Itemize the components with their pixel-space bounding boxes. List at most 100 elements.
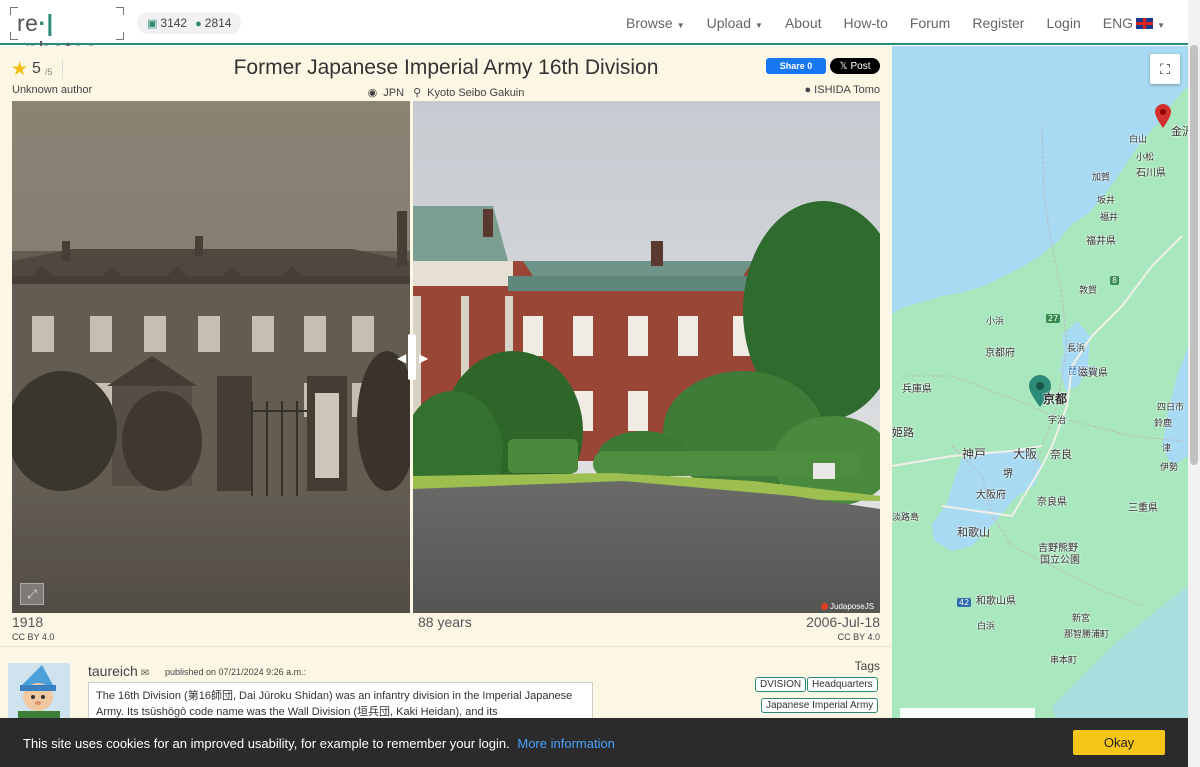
globe-icon: ◉ [367, 87, 378, 99]
caret-down-icon: ▼ [676, 20, 685, 30]
nav-forum[interactable]: Forum [899, 15, 961, 31]
comparison-slider-handle[interactable] [408, 334, 416, 380]
photo-owner[interactable]: ● ISHIDA Tomo [804, 84, 880, 96]
map-label-obama: 小浜 [986, 317, 1005, 327]
arrow-left-icon: ◀ [397, 351, 407, 365]
map-label-osaka-pref: 大阪府 [976, 490, 1006, 501]
route-27-badge: 27 [1046, 314, 1061, 323]
map-label-komatsu: 小松 [1136, 153, 1155, 163]
comment-author[interactable]: taureich ✉ [88, 663, 149, 679]
language-label: ENG [1102, 14, 1134, 31]
top-navbar: re·|·photos ▣3142 ●2814 Browse▼ Upload▼ … [0, 0, 1188, 63]
x-post-button[interactable]: 𝕏 Post [830, 58, 880, 74]
old-photo[interactable] [12, 101, 410, 613]
old-photo-license[interactable]: CC BY 4.0 [12, 632, 54, 642]
photo-watermark: JudaposeJS [821, 602, 874, 611]
photo-title: Former Japanese Imperial Army 16th Divis… [233, 56, 659, 79]
tag-japanese-imperial-army[interactable]: Japanese Imperial Army [761, 698, 879, 713]
nav-upload[interactable]: Upload ▼ [696, 15, 774, 31]
map-label-sakai-city: 堺 [1003, 469, 1013, 480]
map-label-tsuruga: 敦賀 [1079, 286, 1098, 296]
map-label-himeji: 姫路 [892, 426, 914, 439]
fullscreen-icon[interactable]: ⛶ [1150, 54, 1180, 84]
tag-headquarters[interactable]: Headquarters [807, 677, 878, 692]
comment-username: taureich [88, 663, 138, 679]
new-photo-license[interactable]: CC BY 4.0 [838, 632, 880, 642]
map-label-mie: 三重県 [1128, 503, 1158, 514]
image-icon: ▣ [147, 18, 158, 30]
post-label: Post [850, 60, 871, 72]
avatar[interactable] [8, 663, 70, 725]
photo-count-value: 3142 [160, 16, 188, 30]
new-photo-image [413, 101, 880, 613]
envelope-icon[interactable]: ✉ [141, 668, 149, 679]
logo-text-left: re [17, 10, 39, 36]
map-label-kyoto: 京都 [1043, 392, 1068, 406]
map-label-nagahama: 長浜 [1067, 344, 1086, 354]
map-label-sakai: 坂井 [1097, 196, 1116, 206]
red-map-marker-icon[interactable] [1155, 104, 1171, 128]
map-label-nachi: 那智勝浦町 [1064, 630, 1110, 640]
caret-down-icon: ▼ [755, 20, 763, 30]
map-label-hakusan: 白山 [1129, 135, 1148, 145]
map-label-fukui-city: 福井 [1100, 213, 1119, 223]
section-divider [0, 646, 892, 647]
new-photo[interactable] [413, 101, 880, 613]
map-label-awaji: 淡路島 [892, 513, 920, 523]
nav-register[interactable]: Register [961, 15, 1035, 31]
map-label-wakayama: 和歌山 [957, 526, 990, 539]
map-label-kokuritsu: 国立公園 [1040, 555, 1080, 566]
route-42-badge: 42 [957, 598, 972, 607]
map-label-kobe: 神戸 [962, 447, 987, 461]
nav-language[interactable]: ENG ▼ [1092, 15, 1176, 31]
map-label-hyogo: 兵庫県 [902, 384, 932, 395]
location-info: ◉ JPN ⚲ Kyoto Seibo Gakuin [0, 86, 892, 99]
uk-flag-icon [1136, 17, 1154, 29]
map-label-osaka: 大阪 [1013, 447, 1038, 461]
nav-login[interactable]: Login [1035, 15, 1091, 31]
old-photo-year: 1918 [12, 614, 44, 630]
expand-icon[interactable]: ⤢ [20, 583, 44, 605]
nav-upload-label: Upload [706, 14, 751, 31]
country-link[interactable]: JPN [383, 87, 404, 99]
avatar-image [8, 663, 70, 725]
map-label-yokkaichi: 四日市 [1157, 403, 1185, 413]
tags-heading: Tags [854, 659, 880, 673]
map-label-shiga: 滋賀県 [1078, 368, 1108, 379]
x-icon: 𝕏 [839, 60, 848, 72]
facebook-share-button[interactable]: Share 0 [766, 58, 826, 74]
cookie-message: This site uses cookies for an improved u… [23, 736, 615, 751]
location-link[interactable]: Kyoto Seibo Gakuin [427, 87, 524, 99]
map-label-ise: 伊勢 [1160, 463, 1179, 473]
scrollbar-thumb[interactable] [1190, 45, 1198, 465]
map-label-tsu: 津 [1162, 444, 1172, 454]
map-label-kushimoto: 串本町 [1050, 656, 1078, 666]
more-information-link[interactable]: More information [517, 736, 615, 751]
user-icon: ● [195, 18, 202, 30]
time-span: 88 years [418, 614, 472, 630]
tag-dvision[interactable]: DVISION [755, 677, 807, 692]
location-map[interactable]: ⛶ 金沢 白山 小松 加賀 石川県 坂井 福井 福井県 敦賀 小浜 京都府 長浜… [892, 46, 1188, 767]
map-label-wakayama-pref: 和歌山県 [976, 596, 1016, 607]
photo-panel: ★ 5 /5 Unknown author Former Japanese Im… [0, 46, 892, 767]
user-count-value: 2814 [204, 16, 232, 30]
nav-browse-label: Browse [626, 14, 673, 31]
cookie-banner: This site uses cookies for an improved u… [0, 718, 1188, 767]
okay-button[interactable]: Okay [1073, 730, 1165, 755]
nav-howto[interactable]: How-to [833, 15, 899, 31]
map-label-kanazawa: 金沢 [1171, 125, 1188, 138]
nav-browse[interactable]: Browse ▼ [615, 15, 696, 31]
photo-count: ▣ 3142 [147, 16, 187, 30]
nav-about[interactable]: About [774, 15, 833, 31]
user-icon: ● [804, 84, 812, 96]
map-label-fukui: 福井県 [1086, 236, 1116, 247]
main-nav: Browse ▼ Upload ▼ About How-to Forum Regis… [615, 0, 1176, 45]
page-scrollbar[interactable] [1188, 0, 1200, 767]
cookie-text: This site uses cookies for an improved u… [23, 736, 510, 751]
map-label-shirahama: 白浜 [977, 622, 996, 632]
site-logo[interactable]: re·|·photos [10, 7, 124, 63]
share-label: Share 0 [779, 61, 813, 71]
map-label-nara: 奈良 [1050, 448, 1072, 461]
map-label-kaga: 加賀 [1092, 173, 1111, 183]
map-label-shingu: 新宮 [1072, 614, 1091, 624]
